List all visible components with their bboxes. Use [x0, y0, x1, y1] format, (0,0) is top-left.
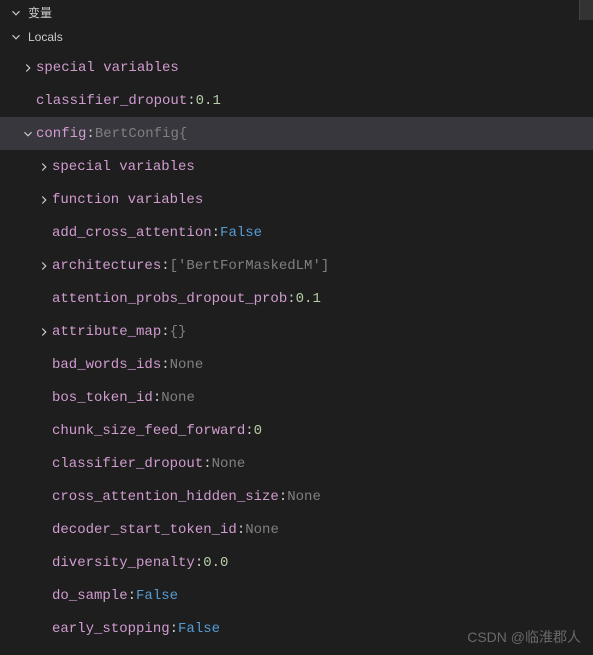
- tree-row[interactable]: add_cross_attention: False: [0, 216, 593, 249]
- tree-row[interactable]: classifier_dropout: None: [0, 447, 593, 480]
- chevron-right-icon[interactable]: [36, 159, 52, 175]
- colon: :: [195, 555, 203, 571]
- variable-name: config: [36, 126, 86, 142]
- tree-row[interactable]: do_sample: False: [0, 579, 593, 612]
- variable-name: classifier_dropout: [36, 93, 187, 109]
- variable-name: cross_attention_hidden_size: [52, 489, 279, 505]
- variable-name: add_cross_attention: [52, 225, 212, 241]
- variable-name: decoder_start_token_id: [52, 522, 237, 538]
- variable-name: special variables: [52, 159, 195, 175]
- variable-value: BertConfig: [95, 126, 179, 142]
- colon: :: [279, 489, 287, 505]
- variable-name: diversity_penalty: [52, 555, 195, 571]
- variable-name: do_sample: [52, 588, 128, 604]
- variable-value: None: [161, 390, 195, 406]
- variable-name: classifier_dropout: [52, 456, 203, 472]
- variable-name: bos_token_id: [52, 390, 153, 406]
- tree-row[interactable]: classifier_dropout: 0.1: [0, 84, 593, 117]
- variable-value: 0.1: [196, 93, 221, 109]
- variable-value: None: [245, 522, 279, 538]
- variable-value: {}: [170, 324, 187, 340]
- variable-name: function variables: [52, 192, 203, 208]
- variable-value: None: [170, 357, 204, 373]
- tree-row[interactable]: attention_probs_dropout_prob: 0.1: [0, 282, 593, 315]
- scrollbar-corner: [579, 0, 593, 20]
- variable-value: 0: [254, 423, 262, 439]
- colon: :: [287, 291, 295, 307]
- tree-row[interactable]: special variables: [0, 150, 593, 183]
- tree-row[interactable]: bos_token_id: None: [0, 381, 593, 414]
- variable-name: attention_probs_dropout_prob: [52, 291, 287, 307]
- tree-row[interactable]: diversity_penalty: 0.0: [0, 546, 593, 579]
- colon: :: [187, 93, 195, 109]
- colon: :: [203, 456, 211, 472]
- variables-tree: special variables classifier_dropout: 0.1…: [0, 49, 593, 647]
- colon: :: [161, 324, 169, 340]
- variable-value: None: [212, 456, 246, 472]
- colon: :: [245, 423, 253, 439]
- variable-value: 'BertForMaskedLM': [178, 258, 321, 274]
- panel-title: 变量: [28, 4, 52, 21]
- tree-row[interactable]: bad_words_ids: None: [0, 348, 593, 381]
- tree-row[interactable]: config: BertConfig {: [0, 117, 593, 150]
- colon: :: [128, 588, 136, 604]
- colon: :: [170, 621, 178, 637]
- locals-section-header[interactable]: Locals: [0, 25, 593, 49]
- colon: :: [86, 126, 94, 142]
- chevron-right-icon[interactable]: [36, 258, 52, 274]
- tree-row[interactable]: cross_attention_hidden_size: None: [0, 480, 593, 513]
- variable-value: None: [287, 489, 321, 505]
- watermark: CSDN @临淮郡人: [467, 627, 581, 647]
- variable-name: attribute_map: [52, 324, 161, 340]
- tree-row[interactable]: decoder_start_token_id: None: [0, 513, 593, 546]
- variable-value: 0.1: [296, 291, 321, 307]
- colon: :: [161, 258, 169, 274]
- variable-value: False: [220, 225, 262, 241]
- variable-name: architectures: [52, 258, 161, 274]
- variables-panel-header[interactable]: 变量: [0, 0, 593, 25]
- chevron-down-icon[interactable]: [20, 126, 36, 142]
- tree-row[interactable]: function variables: [0, 183, 593, 216]
- tree-row[interactable]: special variables: [0, 51, 593, 84]
- variable-value: False: [136, 588, 178, 604]
- colon: :: [212, 225, 220, 241]
- colon: :: [237, 522, 245, 538]
- variable-value: [: [170, 258, 178, 274]
- variable-value: 0.0: [203, 555, 228, 571]
- variable-name: early_stopping: [52, 621, 170, 637]
- variable-value: {: [179, 126, 187, 142]
- chevron-right-icon[interactable]: [36, 192, 52, 208]
- colon: :: [161, 357, 169, 373]
- tree-row[interactable]: chunk_size_feed_forward: 0: [0, 414, 593, 447]
- tree-row[interactable]: attribute_map: {}: [0, 315, 593, 348]
- chevron-right-icon[interactable]: [20, 60, 36, 76]
- chevron-down-icon: [8, 5, 24, 21]
- chevron-right-icon[interactable]: [36, 324, 52, 340]
- chevron-down-icon: [8, 29, 24, 45]
- variable-name: bad_words_ids: [52, 357, 161, 373]
- variable-value: False: [178, 621, 220, 637]
- variable-name: special variables: [36, 60, 179, 76]
- section-name: Locals: [28, 30, 63, 44]
- tree-row[interactable]: architectures: ['BertForMaskedLM']: [0, 249, 593, 282]
- variable-name: chunk_size_feed_forward: [52, 423, 245, 439]
- colon: :: [153, 390, 161, 406]
- variable-value: ]: [321, 258, 329, 274]
